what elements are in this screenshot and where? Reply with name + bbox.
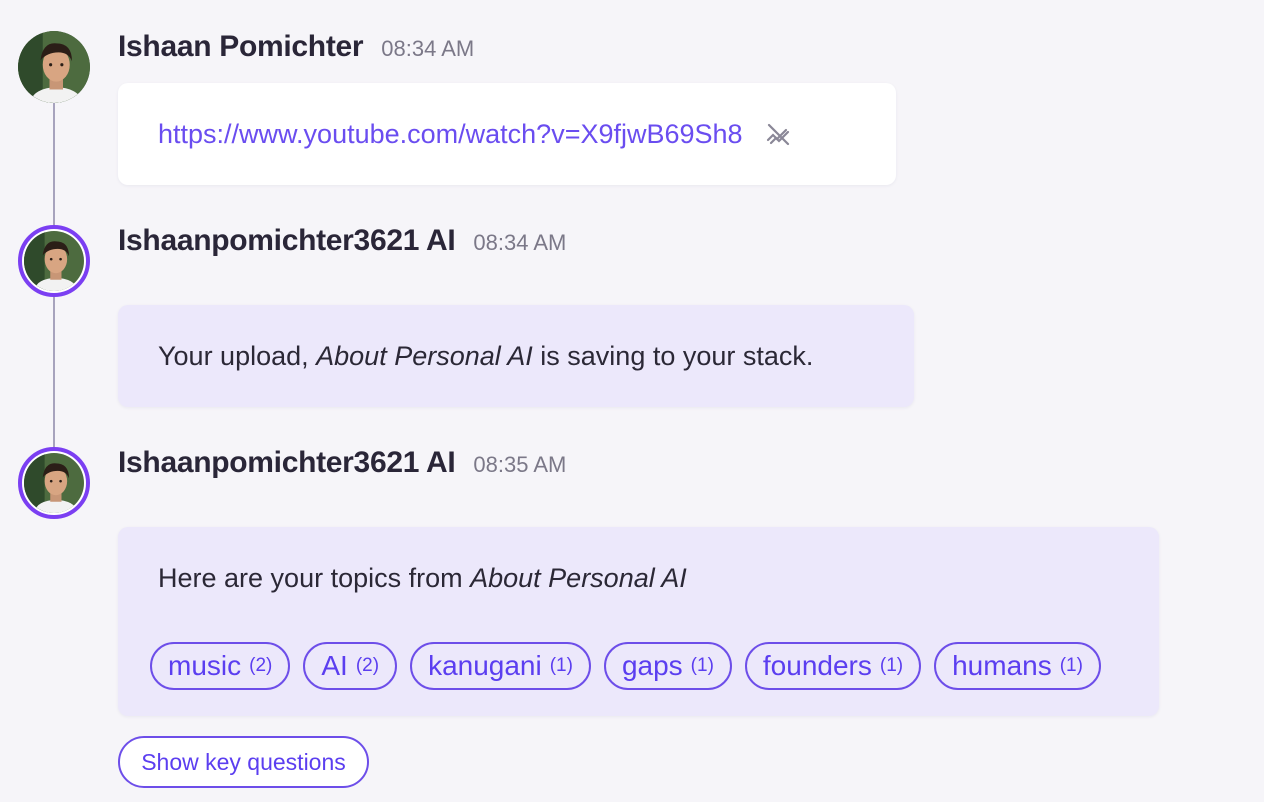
- timestamp: 08:34 AM: [473, 230, 567, 255]
- author-name: Ishaanpomichter3621 AI: [118, 224, 456, 257]
- youtube-link[interactable]: https://www.youtube.com/watch?v=X9fjwB69…: [158, 119, 743, 150]
- link-message-card: https://www.youtube.com/watch?v=X9fjwB69…: [118, 83, 896, 185]
- author-name: Ishaan Pomichter: [118, 30, 364, 63]
- topic-chip-kanugani[interactable]: kanugani (1): [410, 642, 591, 690]
- avatar-ai[interactable]: [18, 225, 90, 297]
- avatar-ai[interactable]: [18, 447, 90, 519]
- topic-chip-ai[interactable]: AI (2): [303, 642, 398, 690]
- upload-title: About Personal AI: [316, 341, 533, 371]
- avatar-photo: [24, 453, 84, 513]
- message-header: Ishaanpomichter3621 AI 08:34 AM: [118, 224, 566, 258]
- author-name: Ishaanpomichter3621 AI: [118, 446, 456, 479]
- ai-message-bubble: Your upload, About Personal AI is saving…: [118, 305, 914, 407]
- topic-chip-gaps[interactable]: gaps (1): [603, 642, 732, 690]
- avatar-ishaan[interactable]: [18, 31, 90, 103]
- topic-chip-humans[interactable]: humans (1): [934, 642, 1101, 690]
- topic-chip-music[interactable]: music (2): [150, 642, 291, 690]
- message-text: Your upload, About Personal AI is saving…: [158, 341, 814, 371]
- timestamp: 08:35 AM: [473, 452, 567, 477]
- message-header: Ishaanpomichter3621 AI 08:35 AM: [118, 446, 566, 480]
- unlink-icon[interactable]: [763, 119, 793, 149]
- show-key-questions-button[interactable]: Show key questions: [118, 736, 369, 788]
- topic-chip-list: music (2) AI (2) kanugani (1) gaps (1) found…: [150, 642, 1101, 690]
- message-header: Ishaan Pomichter 08:34 AM: [118, 30, 474, 64]
- ai-topics-bubble: Here are your topics from About Personal…: [118, 527, 1159, 716]
- avatar-photo: [24, 231, 84, 291]
- avatar-photo: [18, 31, 90, 103]
- upload-title: About Personal AI: [470, 563, 687, 593]
- timestamp: 08:34 AM: [381, 36, 475, 61]
- message-text: Here are your topics from About Personal…: [158, 563, 687, 593]
- topic-chip-founders[interactable]: founders (1): [744, 642, 922, 690]
